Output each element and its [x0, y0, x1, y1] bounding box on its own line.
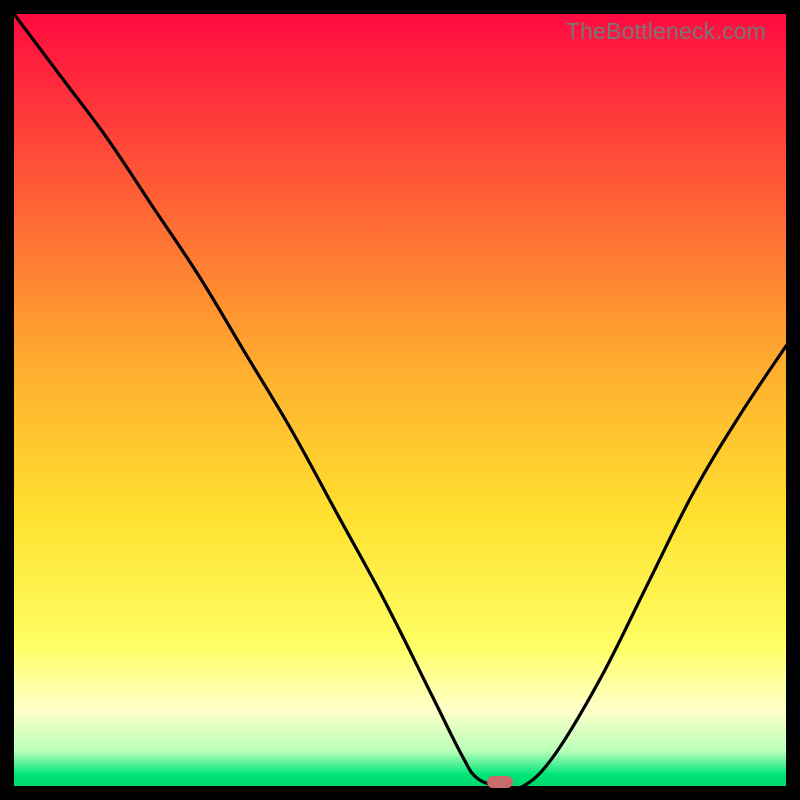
gradient-background — [14, 14, 786, 786]
watermark-text: TheBottleneck.com — [566, 18, 766, 45]
chart-frame: TheBottleneck.com — [14, 14, 786, 786]
optimal-marker — [487, 776, 513, 788]
bottleneck-chart — [14, 14, 786, 786]
